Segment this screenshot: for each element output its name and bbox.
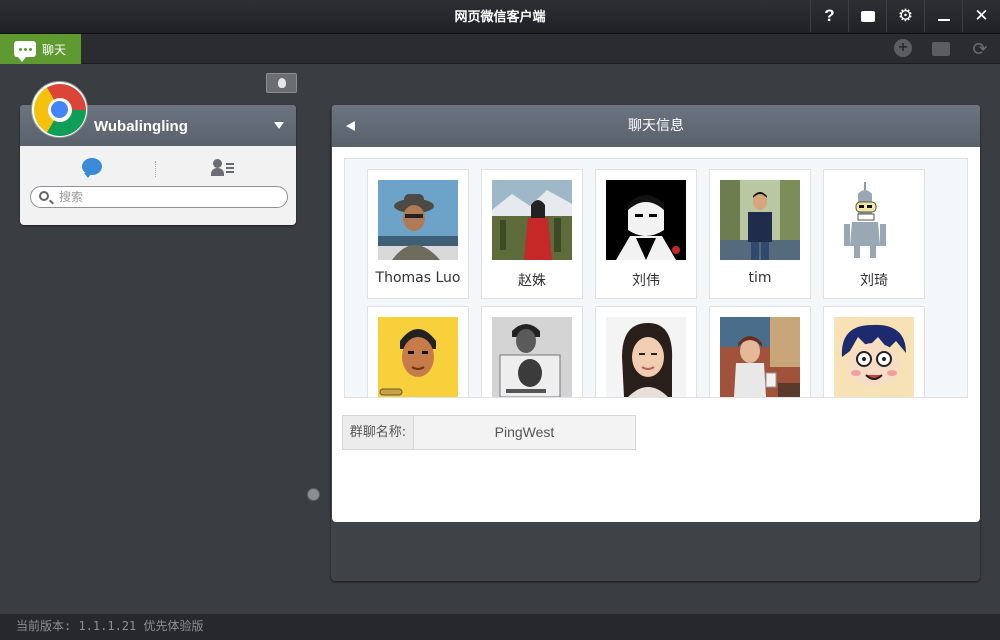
member-avatar [720,180,800,260]
member-card[interactable] [481,306,583,397]
member-avatar [834,317,914,397]
member-card[interactable]: 刘伟 [595,169,697,299]
search-icon [39,191,49,201]
title-bar: 网页微信客户端 ? ⚙ ✕ [0,0,1000,34]
folder-icon[interactable] [932,39,952,59]
member-avatar [834,180,914,260]
chevron-down-icon[interactable] [274,122,284,129]
lightbulb-icon [277,78,286,88]
chat-bubble-icon [14,41,36,62]
toolbar-icons: + ⟳ [894,39,990,59]
member-card[interactable]: 刘琦 [823,169,925,299]
member-card[interactable]: Thomas Luo [367,169,469,299]
chat-info-header: 聊天信息 [332,105,980,147]
refresh-icon[interactable]: ⟳ [970,39,990,59]
group-name-field[interactable]: 群聊名称: PingWest [342,415,636,450]
gear-icon: ⚙ [897,6,914,25]
member-name: Thomas Luo [375,270,461,286]
feedback-button[interactable] [848,0,886,32]
tab-bar: 聊天 + ⟳ [0,34,1000,64]
member-name: tim [748,270,772,286]
member-avatar [720,317,800,397]
group-name-label: 群聊名称: [343,416,414,449]
nav-divider [155,161,156,177]
add-icon[interactable]: + [894,39,914,59]
member-card[interactable] [709,306,811,397]
member-card[interactable] [367,306,469,397]
sidebar-nav [20,146,296,190]
member-card[interactable] [823,306,925,397]
chat-info-panel: 聊天信息 Thomas Luo 赵姝 刘伟 tim 刘琦 群聊名称: PingW… [332,105,980,522]
tab-chat[interactable]: 聊天 [0,34,81,64]
member-avatar [492,317,572,397]
minimize-button[interactable] [924,0,962,32]
settings-button[interactable]: ⚙ [886,0,924,32]
member-avatar [606,317,686,397]
version-text: 当前版本: 1.1.1.21 优先体验版 [16,619,204,633]
member-name: 刘琦 [860,273,888,289]
member-avatar [378,317,458,397]
window-controls: ? ⚙ ✕ [810,0,1000,34]
group-name-value[interactable]: PingWest [414,416,635,449]
minimize-icon [937,19,950,21]
member-name: 赵姝 [518,273,546,289]
member-card[interactable]: tim [709,169,811,299]
member-avatar [378,180,458,260]
status-bar: 当前版本: 1.1.1.21 优先体验版 [0,614,1000,640]
close-icon: ✕ [974,6,989,25]
chrome-logo-icon [33,83,86,136]
feedback-icon [860,10,875,22]
member-grid: Thomas Luo 赵姝 刘伟 tim 刘琦 [344,158,968,398]
member-card[interactable] [595,306,697,397]
close-button[interactable]: ✕ [962,0,1000,32]
chat-list-icon[interactable] [82,158,102,178]
username: Wubalingling [94,118,188,135]
search-field[interactable] [30,186,288,208]
member-avatar [492,180,572,260]
member-card[interactable]: 赵姝 [481,169,583,299]
panel-handle[interactable] [307,488,320,501]
member-name: 刘伟 [632,273,660,289]
chat-info-title: 聊天信息 [628,118,684,134]
help-button[interactable]: ? [810,0,848,32]
avatar[interactable] [31,81,88,138]
search-input[interactable] [59,189,279,205]
member-avatar [606,180,686,260]
lightbulb-button[interactable] [266,73,297,93]
tab-chat-label: 聊天 [42,42,67,57]
contacts-icon[interactable] [211,159,235,177]
